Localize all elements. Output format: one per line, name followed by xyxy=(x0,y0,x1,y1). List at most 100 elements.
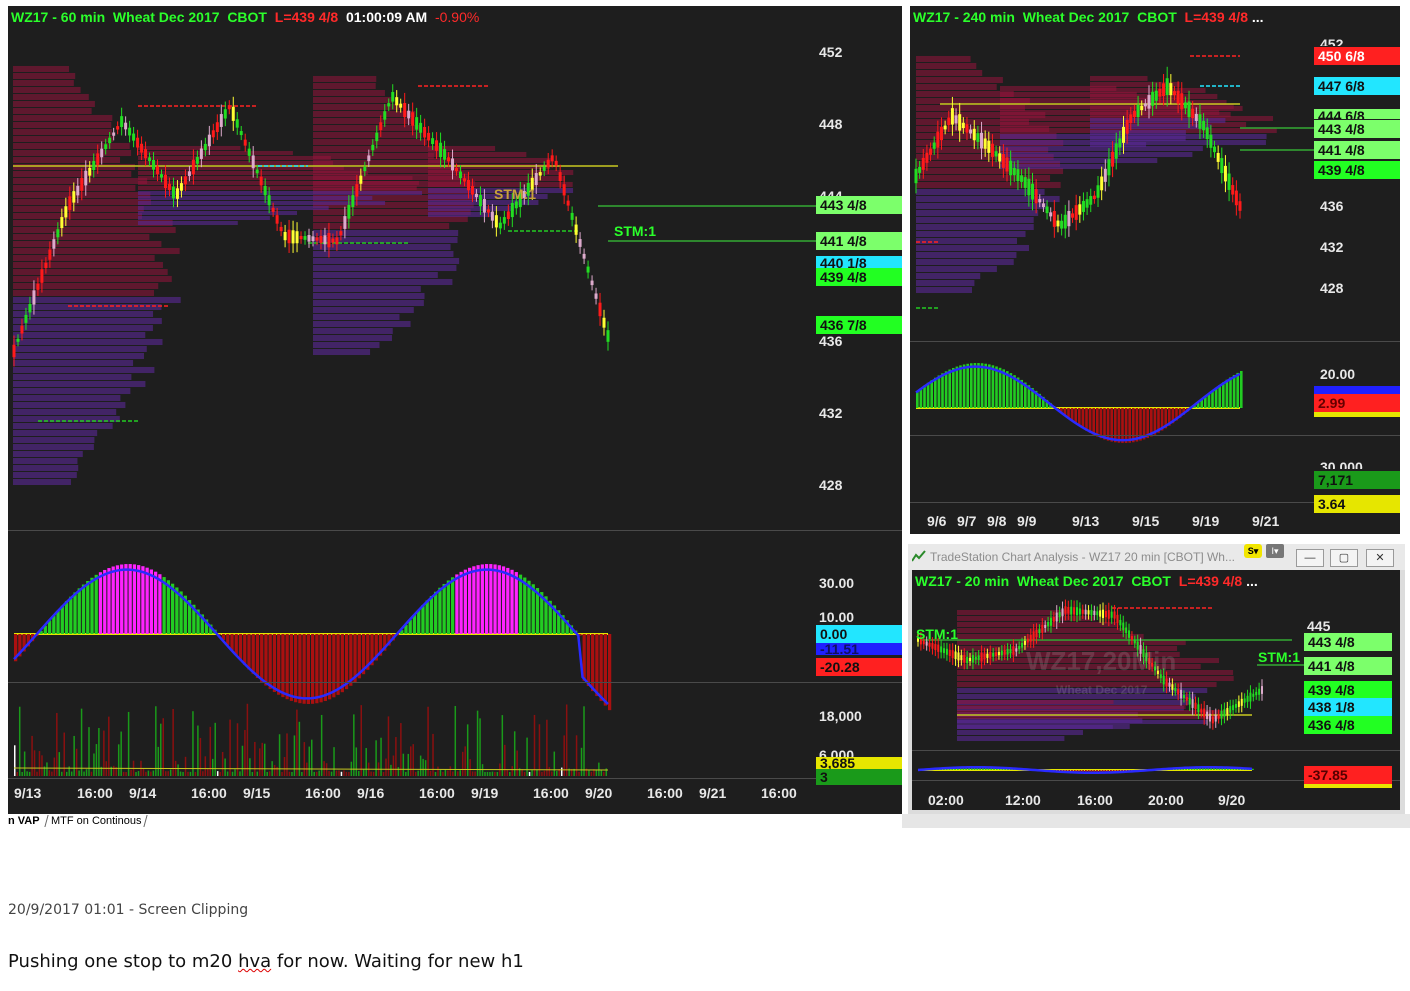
candle-body xyxy=(283,232,287,241)
volume-bar xyxy=(278,734,281,776)
minimize-button[interactable]: — xyxy=(1296,549,1324,567)
volume-bar xyxy=(182,771,184,776)
candle-body xyxy=(969,129,973,134)
volume-bar xyxy=(590,771,593,776)
volume-bar xyxy=(204,756,207,776)
tab-vap[interactable]: n VAP xyxy=(8,815,40,827)
volume-bar xyxy=(565,704,568,776)
s-badge-icon[interactable]: S▾ xyxy=(1244,544,1262,558)
tab-mtf[interactable]: MTF on Continous xyxy=(44,815,149,827)
candle-body xyxy=(976,133,980,142)
volume-bar xyxy=(442,771,444,776)
m20-osc-label: -37.85 xyxy=(1304,766,1392,784)
volume-bar xyxy=(61,771,63,776)
candle-body xyxy=(207,134,211,147)
h4-time-label: 9/19 xyxy=(1192,513,1220,529)
oscillator-bar xyxy=(493,564,497,634)
candle-body xyxy=(1182,694,1185,699)
volume-profile-row xyxy=(138,201,386,205)
candle-body xyxy=(937,644,940,652)
volume-bar xyxy=(120,731,122,776)
candle-body xyxy=(307,235,311,242)
candle-body xyxy=(934,644,937,651)
h4-separator-vol xyxy=(910,435,1400,436)
volume-bar xyxy=(48,770,51,776)
main-price-label: 439 4/8 xyxy=(816,268,902,286)
volume-bar xyxy=(509,771,511,776)
main-price-label: 440 1/8 xyxy=(816,256,902,268)
candle-body xyxy=(498,222,502,229)
oscillator-bar xyxy=(1085,408,1088,431)
oscillator-bar xyxy=(149,569,154,634)
candle-body xyxy=(124,122,128,130)
volume-bar xyxy=(241,745,244,776)
volume-profile-row xyxy=(13,367,155,373)
workspace-tabs: n VAP MTF on Continous xyxy=(0,814,910,828)
main-time-label: 9/16 xyxy=(357,785,385,801)
candle-body xyxy=(287,229,291,244)
candle-body xyxy=(40,269,44,283)
volume-profile-row xyxy=(13,255,155,261)
m20-time-label: 12:00 xyxy=(1005,792,1041,808)
m20-chart-area[interactable]: WZ17 - 20 min Wheat Dec 2017 CBOT L=439 … xyxy=(912,570,1400,810)
candle-body xyxy=(395,97,399,106)
candle-body xyxy=(1096,185,1100,198)
maximize-button[interactable]: ▢ xyxy=(1330,549,1358,567)
oscillator-bar xyxy=(1110,408,1113,442)
h4-price-label: 441 4/8 xyxy=(1314,141,1400,159)
oscillator-bar xyxy=(608,634,612,711)
h4-chart-panel[interactable]: WZ17 - 240 min Wheat Dec 2017 CBOT L=439… xyxy=(910,6,1400,534)
candle-body xyxy=(427,132,431,141)
main-vol-tick: 18,000 xyxy=(819,708,862,724)
oscillator-bar xyxy=(1078,408,1081,427)
candle-body xyxy=(267,195,271,206)
candle-body xyxy=(1073,607,1076,615)
candle-body xyxy=(1165,678,1168,687)
m20-time-label: 9/20 xyxy=(1218,792,1246,808)
candle-body xyxy=(1151,91,1155,106)
main-time-label: 16:00 xyxy=(647,785,683,801)
volume-bar xyxy=(526,737,528,776)
candle-body xyxy=(494,215,498,228)
m20-window[interactable]: TradeStation Chart Analysis - WZ17 20 mi… xyxy=(908,544,1405,814)
close-button[interactable]: ✕ xyxy=(1366,549,1394,567)
volume-bar xyxy=(578,771,580,776)
candle-body xyxy=(534,173,538,186)
h4-time-label: 9/8 xyxy=(987,513,1007,529)
volume-profile-row xyxy=(916,63,977,69)
volume-bar xyxy=(437,766,439,776)
volume-profile-row xyxy=(13,241,162,247)
candle-body xyxy=(1070,606,1073,615)
volume-profile-row xyxy=(13,402,126,408)
volume-profile-row xyxy=(916,56,971,62)
volume-bar xyxy=(142,768,145,776)
h4-time-label: 9/13 xyxy=(1072,513,1100,529)
main-chart-canvas[interactable] xyxy=(8,6,902,814)
candle-body xyxy=(120,116,124,128)
volume-bar xyxy=(192,711,194,776)
candle-body xyxy=(940,646,943,653)
volume-profile-row xyxy=(313,286,421,292)
candle-body xyxy=(1041,203,1045,208)
i-badge-icon[interactable]: I▾ xyxy=(1266,544,1284,558)
volume-profile-row xyxy=(957,700,1114,704)
oscillator-bar xyxy=(90,577,94,634)
candle-body xyxy=(921,157,925,170)
volume-bar xyxy=(38,751,41,776)
candle-body xyxy=(1125,627,1128,634)
volume-profile-row xyxy=(313,293,425,299)
candle-body xyxy=(1041,624,1044,633)
volume-profile-row xyxy=(13,472,77,478)
oscillator-bar xyxy=(128,564,132,634)
volume-bar xyxy=(531,769,533,776)
volume-bar xyxy=(412,744,414,776)
main-osc-tick: 30.00 xyxy=(819,575,855,591)
candle-body xyxy=(1162,83,1166,97)
volume-bar xyxy=(407,753,410,776)
candle-body xyxy=(998,153,1002,162)
volume-profile-row xyxy=(13,283,159,289)
volume-profile-row xyxy=(13,458,78,464)
volume-bar xyxy=(424,760,427,776)
main-chart-panel[interactable]: WZ17 - 60 min Wheat Dec 2017 CBOT L=439 … xyxy=(8,6,902,814)
volume-bar xyxy=(291,772,293,776)
